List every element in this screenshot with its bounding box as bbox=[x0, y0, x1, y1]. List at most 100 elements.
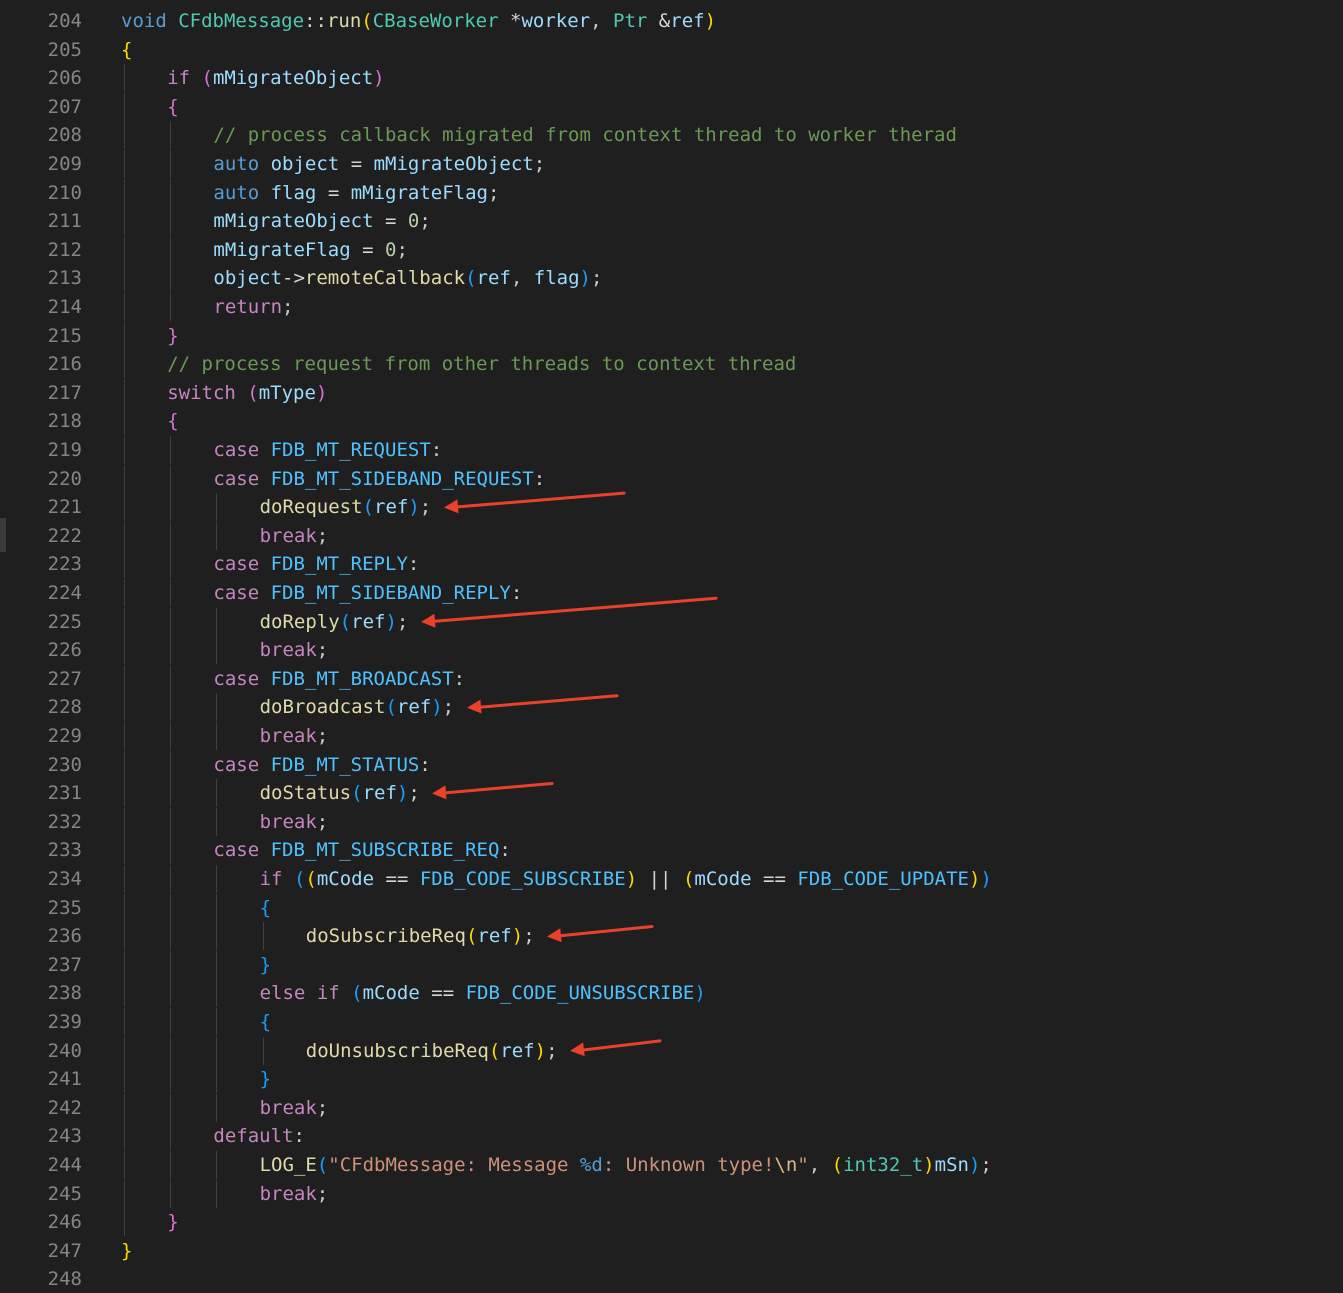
code-token: , bbox=[808, 1154, 832, 1176]
code-line[interactable]: 226 break; bbox=[0, 636, 1343, 665]
code-line[interactable]: 244 LOG_E("CFdbMessage: Message %d: Unkno… bbox=[0, 1151, 1343, 1179]
line-number: 242 bbox=[47, 1096, 82, 1119]
indent-guide bbox=[170, 1008, 172, 1036]
code-line[interactable]: 208 // process callback migrated from con… bbox=[0, 121, 1343, 150]
code-line[interactable]: 211 mMigrateObject = 0; bbox=[0, 207, 1343, 236]
code-line[interactable]: 206 if (mMigrateObject) bbox=[0, 64, 1343, 93]
code-line[interactable]: 221 doRequest(ref); bbox=[0, 493, 1343, 522]
code-token: ; bbox=[533, 153, 546, 175]
line-number: 204 bbox=[47, 10, 82, 32]
code-token: ( bbox=[351, 782, 363, 805]
code-line[interactable]: 230 case FDB_MT_STATUS: bbox=[0, 750, 1343, 779]
code-line[interactable]: 222 break; bbox=[0, 521, 1343, 550]
code-token: == bbox=[419, 982, 466, 1005]
indent-guide bbox=[170, 779, 172, 808]
code-token: : Unknown type! bbox=[602, 1154, 775, 1176]
indent-guide bbox=[124, 950, 125, 979]
code-token: ; bbox=[419, 496, 432, 519]
code-line[interactable]: 219 case FDB_MT_REQUEST: bbox=[0, 436, 1343, 464]
code-token: ) bbox=[968, 868, 981, 890]
code-line[interactable]: 214 return; bbox=[0, 293, 1343, 321]
code-token: if bbox=[316, 982, 340, 1005]
code-token: FDB_MT_BROADCAST bbox=[270, 667, 454, 690]
code-line[interactable]: 235 { bbox=[0, 893, 1343, 922]
code-line[interactable]: 239 { bbox=[0, 1008, 1343, 1036]
indent-guide bbox=[124, 865, 125, 893]
code-line[interactable]: 213 object->remoteCallback(ref, flag); bbox=[0, 264, 1343, 293]
code-line[interactable]: 220 case FDB_MT_SIDEBAND_REQUEST: bbox=[0, 464, 1343, 493]
code-line[interactable]: 216 // process request from other threads… bbox=[0, 350, 1343, 379]
code-line[interactable]: 218 { bbox=[0, 407, 1343, 436]
code-token: mCode bbox=[694, 868, 752, 890]
code-line[interactable]: 215} bbox=[0, 321, 1343, 350]
code-line[interactable]: 207 { bbox=[0, 92, 1343, 121]
code-token: } bbox=[167, 1211, 179, 1234]
code-line[interactable]: 227 case FDB_MT_BROADCAST: bbox=[0, 664, 1343, 693]
code-line[interactable]: 205 { bbox=[0, 36, 1343, 64]
code-token: case bbox=[213, 439, 260, 461]
code-token: ( bbox=[385, 696, 397, 719]
code-line[interactable]: 217 switch (mType) bbox=[0, 378, 1343, 407]
code-line[interactable]: 242 break; bbox=[0, 1093, 1343, 1122]
line-number: 245 bbox=[47, 1182, 82, 1205]
code-line[interactable]: 246} bbox=[0, 1208, 1343, 1237]
indent-guide bbox=[124, 693, 125, 722]
code-line[interactable]: 240 doUnsubscribeReq(ref); bbox=[0, 1036, 1343, 1065]
indent-guide bbox=[170, 807, 172, 836]
code-text: LOG_E("CFdbMessage: Message %d: Unknown … bbox=[260, 1151, 992, 1179]
code-line[interactable]: 204 void CFdbMessage::run(CBaseWorker *wo… bbox=[0, 7, 1343, 35]
code-line[interactable]: 241} bbox=[0, 1065, 1343, 1094]
code-text: break; bbox=[260, 522, 329, 550]
line-number: 210 bbox=[47, 181, 82, 204]
code-line[interactable]: 210 auto flag = mMigrateFlag; bbox=[0, 178, 1343, 207]
line-number: 205 bbox=[47, 38, 82, 61]
line-number: 216 bbox=[47, 353, 82, 376]
code-text: case FDB_MT_SIDEBAND_REPLY: bbox=[213, 579, 522, 607]
indent-guide bbox=[124, 979, 125, 1008]
code-token: = bbox=[350, 238, 385, 261]
code-line[interactable]: 225 doReply(ref); bbox=[0, 607, 1343, 636]
code-line[interactable]: 209 auto object = mMigrateObject; bbox=[0, 150, 1343, 178]
code-token: run bbox=[326, 10, 362, 32]
code-line[interactable]: 212 mMigrateFlag = 0; bbox=[0, 235, 1343, 264]
indent-guide bbox=[170, 436, 172, 464]
code-line[interactable]: 234 if ((mCode == FDB_CODE_SUBSCRIBE) || … bbox=[0, 865, 1343, 893]
code-line[interactable]: 229 break; bbox=[0, 722, 1343, 750]
code-line[interactable]: 228 doBroadcast(ref); bbox=[0, 693, 1343, 722]
code-line[interactable]: 232 break; bbox=[0, 807, 1343, 836]
code-text: { bbox=[260, 894, 271, 922]
code-line[interactable]: 248 bbox=[0, 1265, 1343, 1293]
code-line[interactable]: 245 break; bbox=[0, 1179, 1343, 1208]
code-line[interactable]: 237} bbox=[0, 950, 1343, 979]
code-token: FDB_MT_SUBSCRIBE_REQ bbox=[270, 839, 500, 862]
code-line[interactable]: 243 default: bbox=[0, 1122, 1343, 1151]
indent-guide bbox=[170, 979, 172, 1008]
code-line[interactable]: 236 doSubscribeReq(ref); bbox=[0, 922, 1343, 951]
code-line[interactable]: 223 case FDB_MT_REPLY: bbox=[0, 550, 1343, 579]
indent-guide bbox=[216, 607, 218, 636]
code-token: ref bbox=[670, 10, 705, 32]
code-editor[interactable]: 204 void CFdbMessage::run(CBaseWorker *wo… bbox=[0, 0, 1343, 1290]
code-token: CBaseWorker bbox=[372, 10, 499, 32]
indent-guide bbox=[170, 264, 172, 293]
code-line[interactable]: 224 case FDB_MT_SIDEBAND_REPLY: bbox=[0, 579, 1343, 607]
code-token: = bbox=[339, 153, 374, 175]
code-text: break; bbox=[260, 1094, 329, 1122]
code-line[interactable]: 231 doStatus(ref); bbox=[0, 779, 1343, 808]
code-token: doSubscribeReq bbox=[305, 925, 466, 948]
code-text: mMigrateFlag = 0; bbox=[213, 236, 408, 264]
line-number: 247 bbox=[47, 1239, 82, 1262]
code-token: ; bbox=[396, 238, 408, 261]
line-number: 235 bbox=[47, 896, 82, 919]
code-token: default bbox=[213, 1125, 294, 1148]
indent-guide bbox=[124, 321, 125, 350]
line-number: 218 bbox=[47, 410, 82, 433]
code-line[interactable]: 238 else if (mCode == FDB_CODE_UNSUBSCRIB… bbox=[0, 979, 1343, 1008]
code-token: break bbox=[259, 524, 317, 547]
code-text: break; bbox=[260, 1180, 329, 1208]
code-line[interactable]: 233 case FDB_MT_SUBSCRIBE_REQ: bbox=[0, 836, 1343, 865]
code-line[interactable]: 247} bbox=[0, 1237, 1343, 1265]
